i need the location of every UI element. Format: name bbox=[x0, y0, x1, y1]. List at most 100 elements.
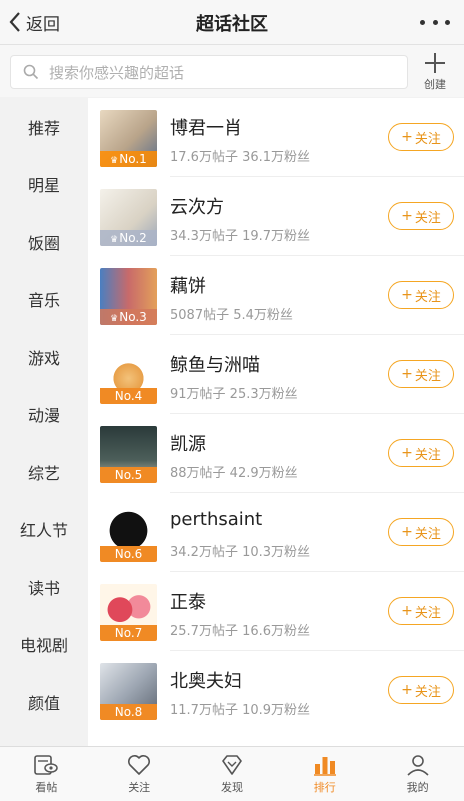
heart-icon bbox=[128, 755, 151, 775]
plus-icon: + bbox=[401, 366, 413, 382]
sidebar-item-looks[interactable]: 颜值 bbox=[0, 673, 88, 731]
sidebar-item-variety[interactable]: 综艺 bbox=[0, 443, 88, 501]
crown-icon: ♛ bbox=[110, 156, 119, 166]
topic-name: 北奥夫妇 bbox=[170, 671, 242, 692]
topic-ranking-list: ♛No.1 博君一肖 17.6万帖子 36.1万粉丝 + 关注 ♛No.2 云次方… bbox=[88, 98, 464, 746]
search-placeholder: 搜索你感兴趣的超话 bbox=[49, 63, 185, 82]
tab-discover[interactable]: 发现 bbox=[186, 747, 279, 801]
follow-button[interactable]: + 关注 bbox=[388, 360, 454, 388]
topic-stats: 25.7万帖子 16.6万粉丝 bbox=[170, 624, 311, 639]
tab-label: 排行 bbox=[313, 781, 336, 794]
list-item[interactable]: No.8 北奥夫妇 11.7万帖子 10.9万粉丝 + 关注 bbox=[88, 651, 464, 730]
bar-chart-icon bbox=[313, 757, 336, 776]
plus-icon: + bbox=[401, 129, 413, 145]
follow-button[interactable]: + 关注 bbox=[388, 676, 454, 704]
follow-button[interactable]: + 关注 bbox=[388, 518, 454, 546]
bottom-tab-bar: 看帖 关注 发现 排行 我的 bbox=[0, 746, 464, 801]
sidebar-item-games[interactable]: 游戏 bbox=[0, 328, 88, 386]
topic-stats: 91万帖子 25.3万粉丝 bbox=[170, 387, 298, 402]
plus-icon: + bbox=[401, 524, 413, 540]
create-button[interactable]: 创建 bbox=[418, 51, 452, 92]
topic-name: 藕饼 bbox=[170, 276, 206, 297]
topic-thumbnail: ♛No.2 bbox=[100, 189, 157, 246]
page-title: 超话社区 bbox=[196, 14, 268, 35]
plus-icon: + bbox=[401, 208, 413, 224]
topic-name: 鲸鱼与洲喵 bbox=[170, 355, 260, 376]
list-item[interactable]: ♛No.3 藕饼 5087帖子 5.4万粉丝 + 关注 bbox=[88, 256, 464, 335]
dot-icon bbox=[445, 19, 450, 25]
sidebar-item-tv-drama[interactable]: 电视剧 bbox=[0, 616, 88, 674]
sidebar-item-fandom[interactable]: 饭圈 bbox=[0, 213, 88, 271]
search-bar: 搜索你感兴趣的超话 创建 bbox=[0, 45, 464, 97]
crown-icon: ♛ bbox=[110, 314, 119, 324]
topic-stats: 34.3万帖子 19.7万粉丝 bbox=[170, 229, 311, 244]
plus-icon: + bbox=[401, 682, 413, 698]
topic-name: 正泰 bbox=[170, 592, 206, 613]
rank-badge: No.4 bbox=[100, 388, 157, 404]
person-icon bbox=[407, 755, 429, 776]
list-item[interactable]: ♛No.2 云次方 34.3万帖子 19.7万粉丝 + 关注 bbox=[88, 177, 464, 256]
sidebar-item-stars[interactable]: 明星 bbox=[0, 156, 88, 214]
topic-stats: 11.7万帖子 10.9万粉丝 bbox=[170, 703, 311, 718]
follow-button[interactable]: + 关注 bbox=[388, 281, 454, 309]
rank-badge: ♛No.2 bbox=[100, 230, 157, 246]
topic-thumbnail: ♛No.1 bbox=[100, 110, 157, 167]
topic-stats: 88万帖子 42.9万粉丝 bbox=[170, 466, 298, 481]
topic-stats: 34.2万帖子 10.3万粉丝 bbox=[170, 545, 311, 560]
topic-thumbnail: No.5 bbox=[100, 426, 157, 483]
header-bar: 返回 超话社区 bbox=[0, 0, 464, 45]
tab-ranking[interactable]: 排行 bbox=[278, 747, 371, 801]
topic-name: perthsaint bbox=[170, 509, 263, 530]
tab-label: 我的 bbox=[406, 781, 429, 794]
plus-icon: + bbox=[401, 287, 413, 303]
topic-stats: 17.6万帖子 36.1万粉丝 bbox=[170, 150, 311, 165]
follow-button[interactable]: + 关注 bbox=[388, 202, 454, 230]
dot-icon bbox=[432, 19, 438, 25]
tab-label: 发现 bbox=[220, 781, 243, 794]
rank-badge: No.8 bbox=[100, 704, 157, 720]
tab-browse-posts[interactable]: 看帖 bbox=[0, 747, 93, 801]
list-item[interactable]: No.5 凯源 88万帖子 42.9万粉丝 + 关注 bbox=[88, 414, 464, 493]
rank-badge: No.6 bbox=[100, 546, 157, 562]
category-sidebar: 推荐 明星 饭圈 音乐 游戏 动漫 综艺 红人节 读书 电视剧 颜值 bbox=[0, 98, 88, 746]
follow-button[interactable]: + 关注 bbox=[388, 123, 454, 151]
list-item[interactable]: No.6 perthsaint 34.2万帖子 10.3万粉丝 + 关注 bbox=[88, 493, 464, 572]
topic-stats: 5087帖子 5.4万粉丝 bbox=[170, 308, 293, 323]
search-icon bbox=[23, 64, 39, 80]
sidebar-item-influencer[interactable]: 红人节 bbox=[0, 501, 88, 559]
tab-label: 看帖 bbox=[35, 781, 58, 794]
create-label: 创建 bbox=[424, 78, 446, 91]
sidebar-item-recommend[interactable]: 推荐 bbox=[0, 98, 88, 156]
list-item[interactable]: No.7 正泰 25.7万帖子 16.6万粉丝 + 关注 bbox=[88, 572, 464, 651]
topic-thumbnail: ♛No.3 bbox=[100, 268, 157, 325]
topic-thumbnail: No.7 bbox=[100, 584, 157, 641]
plus-icon: + bbox=[401, 603, 413, 619]
sidebar-item-music[interactable]: 音乐 bbox=[0, 271, 88, 329]
sidebar-item-anime[interactable]: 动漫 bbox=[0, 386, 88, 444]
topic-thumbnail: No.6 bbox=[100, 505, 157, 562]
sidebar-item-reading[interactable]: 读书 bbox=[0, 558, 88, 616]
more-options-button[interactable] bbox=[420, 12, 450, 32]
search-input[interactable]: 搜索你感兴趣的超话 bbox=[10, 55, 408, 89]
list-item[interactable]: ♛No.1 博君一肖 17.6万帖子 36.1万粉丝 + 关注 bbox=[88, 98, 464, 177]
dot-icon bbox=[420, 19, 425, 25]
tab-following[interactable]: 关注 bbox=[93, 747, 186, 801]
rank-badge: ♛No.3 bbox=[100, 309, 157, 325]
crown-icon: ♛ bbox=[110, 235, 119, 245]
plus-icon bbox=[425, 53, 445, 73]
follow-button[interactable]: + 关注 bbox=[388, 439, 454, 467]
list-item[interactable]: No.4 鲸鱼与洲喵 91万帖子 25.3万粉丝 + 关注 bbox=[88, 335, 464, 414]
topic-name: 博君一肖 bbox=[170, 118, 242, 139]
tab-label: 关注 bbox=[128, 781, 151, 794]
rank-badge: No.7 bbox=[100, 625, 157, 641]
eye-post-icon bbox=[34, 755, 59, 775]
tab-profile[interactable]: 我的 bbox=[371, 747, 464, 801]
follow-button[interactable]: + 关注 bbox=[388, 597, 454, 625]
topic-name: 云次方 bbox=[170, 197, 224, 218]
rank-badge: ♛No.1 bbox=[100, 151, 157, 167]
diamond-icon bbox=[222, 755, 242, 775]
topic-thumbnail: No.8 bbox=[100, 663, 157, 720]
rank-badge: No.5 bbox=[100, 467, 157, 483]
plus-icon: + bbox=[401, 445, 413, 461]
topic-name: 凯源 bbox=[170, 434, 206, 455]
